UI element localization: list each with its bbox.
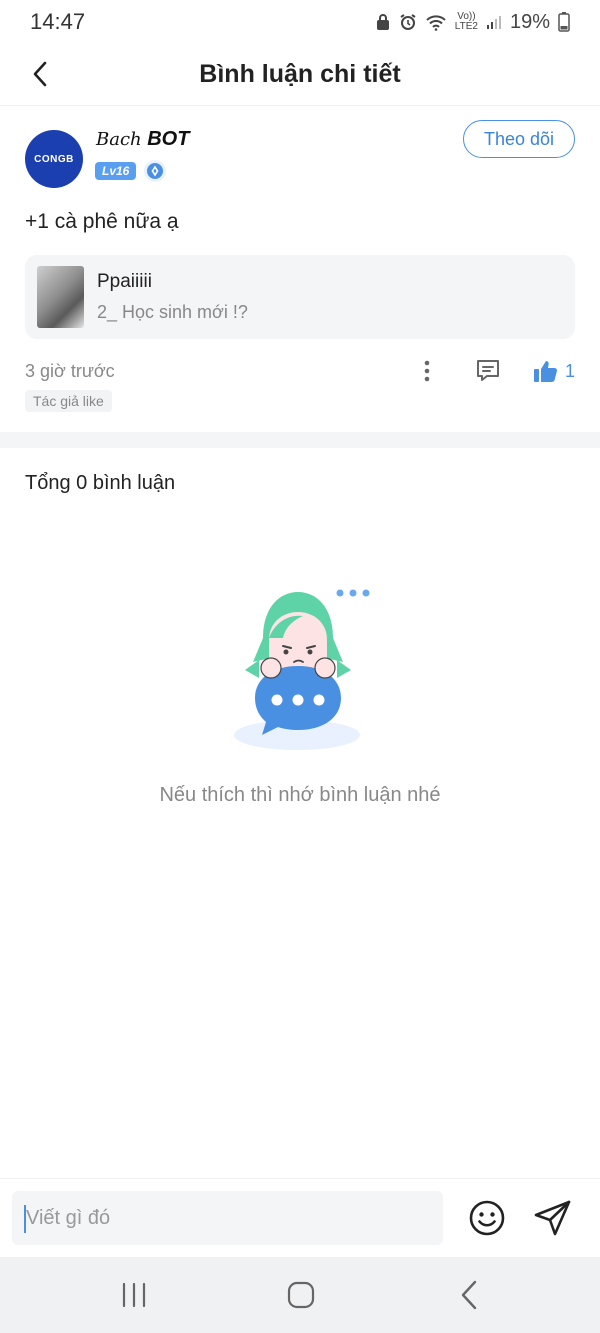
- follow-button[interactable]: Theo dõi: [463, 120, 575, 158]
- battery-icon: [558, 12, 570, 32]
- comment-input[interactable]: [12, 1191, 443, 1245]
- status-icons: Vo)) LTE2 19%: [375, 11, 570, 34]
- reply-button[interactable]: [473, 356, 503, 386]
- home-icon: [287, 1281, 315, 1309]
- post-actions: 1: [417, 356, 575, 386]
- author-name-main: BOT: [147, 128, 190, 150]
- quoted-post-thumbnail: [37, 266, 84, 328]
- text-caret: [24, 1205, 26, 1233]
- emoji-icon: [469, 1200, 505, 1236]
- more-options-button[interactable]: [417, 356, 437, 386]
- system-nav-bar: [0, 1257, 600, 1333]
- thumbs-up-icon: [533, 361, 557, 382]
- lock-icon: [375, 13, 391, 31]
- author-like-tag: Tác giả like: [25, 390, 112, 412]
- status-time: 14:47: [30, 9, 86, 34]
- quoted-post-card[interactable]: Ppaiiiii 2_ Học sinh mới !?: [25, 255, 575, 339]
- author-name[interactable]: Bach BOT: [96, 128, 189, 151]
- total-comments: Tổng 0 bình luận: [25, 472, 176, 494]
- empty-state-illustration: [225, 580, 375, 758]
- page-title: Bình luận chi tiết: [199, 60, 401, 88]
- wifi-icon: [425, 13, 447, 31]
- battery-percent: 19%: [509, 10, 550, 33]
- quoted-post-user: Ppaiiiii: [97, 271, 152, 292]
- post-time: 3 giờ trước: [25, 360, 115, 381]
- alarm-icon: [399, 13, 417, 31]
- section-divider: [0, 432, 600, 448]
- empty-state-text: Nếu thích thì nhớ bình luận nhé: [159, 784, 441, 806]
- send-button[interactable]: [533, 1199, 573, 1237]
- volte-indicator: Vo)) LTE2: [454, 11, 478, 32]
- author-badges: Lv16: [95, 160, 167, 182]
- comment-input-bar: [0, 1178, 600, 1256]
- avatar-text: CONGB: [34, 153, 74, 165]
- signal-icon: [486, 14, 502, 30]
- recent-apps-button[interactable]: [118, 1281, 150, 1309]
- avatar[interactable]: CONGB: [25, 130, 83, 188]
- post-meta: 3 giờ trước 1: [25, 356, 575, 386]
- author-name-script: Bach: [96, 129, 142, 150]
- like-count: 1: [564, 360, 575, 381]
- verified-icon: [144, 160, 167, 182]
- send-icon: [534, 1200, 571, 1236]
- home-button[interactable]: [286, 1281, 316, 1309]
- recents-icon: [122, 1282, 146, 1308]
- quoted-post-info: Ppaiiiii 2_ Học sinh mới !?: [97, 271, 248, 323]
- more-vertical-icon: [424, 360, 430, 382]
- back-icon: [461, 1280, 477, 1310]
- status-bar: 14:47 Vo)) LTE2 19%: [0, 0, 600, 44]
- level-badge: Lv16: [95, 162, 137, 180]
- chevron-left-icon: [33, 61, 47, 87]
- back-button[interactable]: [22, 56, 58, 92]
- system-back-button[interactable]: [458, 1279, 482, 1311]
- like-button[interactable]: 1: [533, 358, 575, 384]
- emoji-button[interactable]: [468, 1199, 506, 1237]
- quoted-post-title: 2_ Học sinh mới !?: [97, 302, 248, 322]
- app-header: Bình luận chi tiết: [0, 44, 600, 106]
- comment-text: +1 cà phê nữa ạ: [25, 210, 179, 233]
- comment-icon: [476, 360, 499, 381]
